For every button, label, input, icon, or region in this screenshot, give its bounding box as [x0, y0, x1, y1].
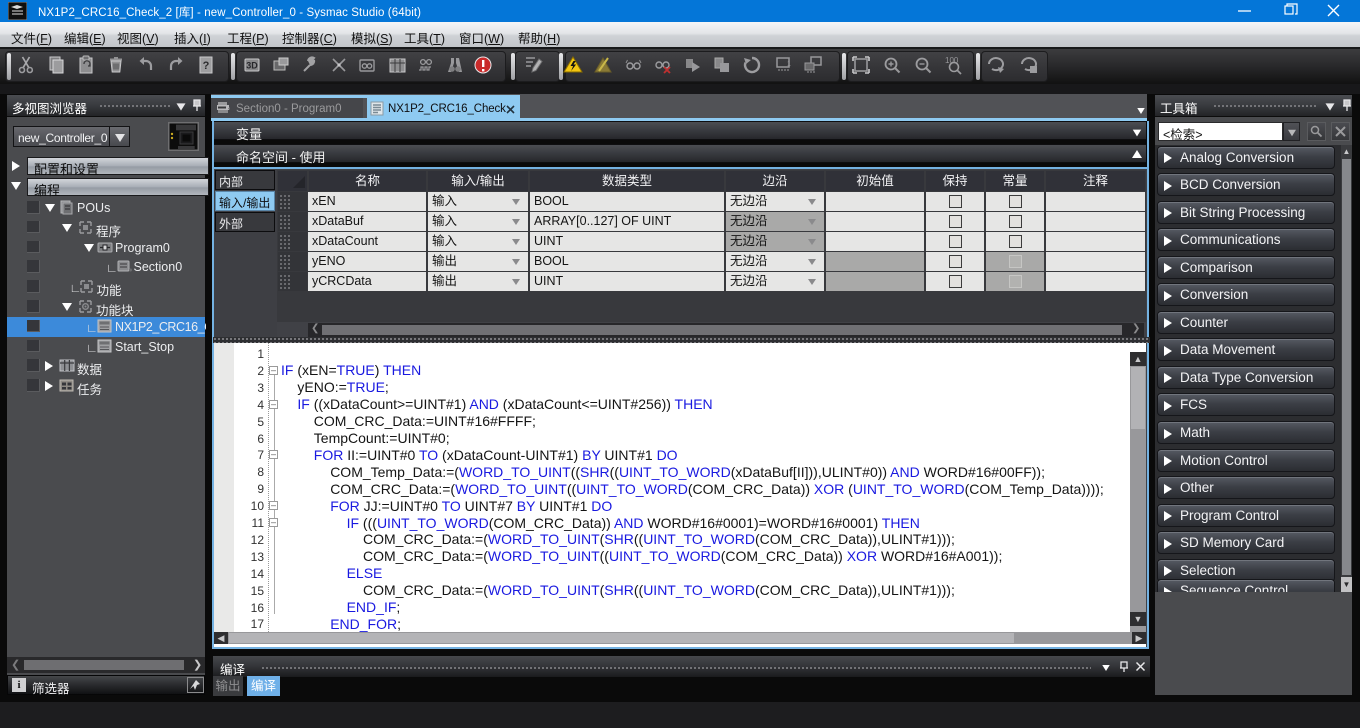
- svg-text:3D: 3D: [246, 61, 258, 71]
- svg-text:1: 1: [787, 61, 791, 68]
- svg-text:?: ?: [203, 60, 210, 72]
